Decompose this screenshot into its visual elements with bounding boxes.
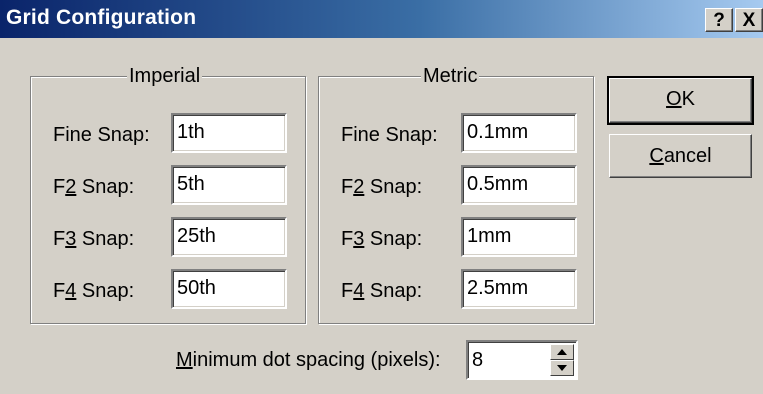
help-button[interactable]: ? bbox=[705, 8, 733, 32]
metric-fine-snap-label: Fine Snap: bbox=[341, 124, 438, 146]
close-button[interactable]: X bbox=[735, 8, 763, 32]
window-title: Grid Configuration bbox=[6, 6, 197, 29]
spin-down-button[interactable] bbox=[550, 360, 574, 376]
imperial-f2-snap-input[interactable]: 5th bbox=[171, 165, 287, 205]
imperial-group-title: Imperial bbox=[127, 65, 203, 87]
metric-f4-snap-label: F4 Snap: bbox=[341, 280, 423, 302]
question-icon: ? bbox=[713, 10, 725, 31]
imperial-group: Imperial Fine Snap: 1th F2 Snap: 5th F3 … bbox=[30, 65, 306, 324]
min-dot-spacing-spinner[interactable]: 8 bbox=[466, 340, 578, 380]
metric-group: Metric Fine Snap: 0.1mm F2 Snap: 0.5mm F… bbox=[318, 65, 594, 324]
close-icon: X bbox=[742, 10, 756, 31]
metric-f2-snap-input[interactable]: 0.5mm bbox=[461, 165, 577, 205]
min-dot-spacing-label: Minimum dot spacing (pixels): bbox=[176, 349, 441, 371]
cancel-button[interactable]: Cancel bbox=[609, 134, 752, 178]
title-bar: Grid Configuration ? X bbox=[0, 0, 763, 38]
metric-fine-snap-input[interactable]: 0.1mm bbox=[461, 113, 577, 153]
ok-button[interactable]: OK bbox=[607, 76, 754, 125]
spin-up-button[interactable] bbox=[550, 344, 574, 360]
imperial-f3-snap-label: F3 Snap: bbox=[53, 228, 135, 250]
imperial-fine-snap-label: Fine Snap: bbox=[53, 124, 150, 146]
imperial-fine-snap-input[interactable]: 1th bbox=[171, 113, 287, 153]
metric-f3-snap-input[interactable]: 1mm bbox=[461, 217, 577, 257]
metric-f2-snap-label: F2 Snap: bbox=[341, 176, 423, 198]
min-dot-spacing-value[interactable]: 8 bbox=[472, 344, 483, 376]
metric-f3-snap-label: F3 Snap: bbox=[341, 228, 423, 250]
imperial-f2-snap-label: F2 Snap: bbox=[53, 176, 135, 198]
metric-f4-snap-input[interactable]: 2.5mm bbox=[461, 269, 577, 309]
spinner-buttons bbox=[550, 344, 574, 376]
triangle-down-icon bbox=[557, 365, 567, 371]
triangle-up-icon bbox=[557, 349, 567, 355]
imperial-f4-snap-input[interactable]: 50th bbox=[171, 269, 287, 309]
metric-group-title: Metric bbox=[421, 65, 480, 87]
imperial-f4-snap-label: F4 Snap: bbox=[53, 280, 135, 302]
imperial-f3-snap-input[interactable]: 25th bbox=[171, 217, 287, 257]
